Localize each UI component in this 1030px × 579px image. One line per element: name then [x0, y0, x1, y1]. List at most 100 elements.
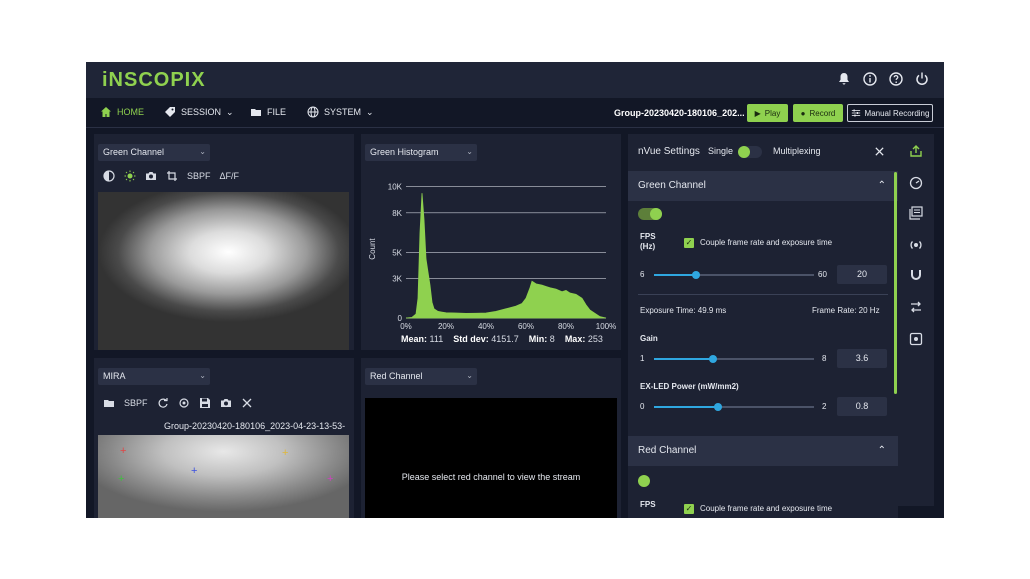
export-icon[interactable]	[909, 144, 923, 158]
folder-icon[interactable]	[103, 397, 115, 409]
chevron-down-icon: ⌄	[366, 106, 374, 117]
red-channel-select-value: Red Channel	[370, 371, 423, 381]
play-button-label: Play	[764, 108, 781, 118]
gain-slider-thumb[interactable]	[709, 355, 718, 363]
mira-sbpf-toggle[interactable]: SBPF	[124, 398, 148, 408]
fps-slider-fill	[654, 274, 696, 276]
bell-icon[interactable]	[836, 71, 852, 87]
top-icons	[836, 71, 930, 87]
y-axis-label: Count	[368, 238, 377, 260]
green-channel-toggle[interactable]	[638, 208, 662, 220]
fps-label: FPS	[640, 232, 656, 241]
frame-rate-text: Frame Rate: 20 Hz	[812, 306, 880, 315]
close-icon[interactable]	[241, 397, 253, 409]
min-label: Min:	[528, 334, 548, 344]
red-couple-label: Couple frame rate and exposure time	[700, 504, 833, 513]
nav-file-label: FILE	[267, 107, 287, 117]
info-icon[interactable]	[862, 71, 878, 87]
green-section-title: Green Channel	[638, 180, 706, 191]
record-button[interactable]: ● Record	[793, 104, 843, 122]
x-tick-label: 100%	[596, 322, 616, 331]
x-tick-label: 60%	[518, 322, 534, 331]
x-tick-label: 20%	[438, 322, 454, 331]
mode-single-label: Single	[708, 146, 734, 156]
red-channel-select[interactable]: Red Channel ⌄	[365, 368, 477, 385]
red-channel-toggle[interactable]	[638, 475, 650, 487]
fps-unit-label: (Hz)	[640, 242, 656, 251]
y-tick-label: 5K	[392, 248, 402, 257]
save-icon[interactable]	[199, 397, 211, 409]
led-min: 0	[640, 402, 645, 411]
histogram-chart: 03K5K8K10K0% 20% 40% 60% 80% 100%Count	[368, 183, 616, 331]
red-marker: +	[120, 445, 127, 457]
green-channel-image	[98, 192, 349, 350]
green-channel-select[interactable]: Green Channel ⌄	[98, 144, 210, 161]
sbpf-toggle[interactable]: SBPF	[187, 171, 211, 181]
nav-system[interactable]: SYSTEM ⌄	[307, 106, 374, 118]
crop-icon[interactable]	[166, 170, 178, 182]
green-channel-select-value: Green Channel	[103, 147, 165, 157]
manual-recording-button[interactable]: Manual Recording	[847, 104, 933, 122]
gain-slider-fill	[654, 358, 714, 360]
green-channel-section-header[interactable]: Green Channel ⌃	[628, 171, 898, 201]
layers-icon[interactable]	[909, 206, 923, 220]
nav-session[interactable]: SESSION ⌄	[164, 106, 234, 118]
contrast-icon[interactable]	[103, 170, 115, 182]
red-channel-section-header[interactable]: Red Channel ⌃	[628, 436, 898, 466]
gain-label: Gain	[640, 334, 658, 343]
histogram-stats: Mean: 111 Std dev: 4151.7 Min: 8 Max: 25…	[401, 334, 603, 344]
fps-input[interactable]: 20	[837, 265, 887, 284]
couple-checkbox[interactable]: ✓	[684, 238, 694, 248]
target-icon[interactable]	[178, 397, 190, 409]
nav-session-label: SESSION	[181, 107, 222, 117]
close-icon[interactable]	[874, 144, 885, 162]
gain-max: 8	[822, 354, 827, 363]
settings-title: nVue Settings	[638, 146, 700, 157]
nav-file[interactable]: FILE	[250, 106, 286, 118]
x-tick-label: 80%	[558, 322, 574, 331]
red-channel-panel: Red Channel ⌄ Please select red channel …	[361, 358, 621, 518]
min-value: 8	[549, 334, 555, 344]
led-power-input[interactable]: 0.8	[837, 397, 887, 416]
focus-icon[interactable]	[909, 332, 923, 346]
chevron-down-icon: ⌄	[199, 147, 206, 156]
chevron-up-icon: ⌃	[877, 180, 886, 191]
gain-input[interactable]: 3.6	[837, 349, 887, 368]
nav-home[interactable]: HOME	[100, 106, 144, 118]
swap-icon[interactable]	[909, 300, 923, 314]
fps-slider-thumb[interactable]	[691, 271, 700, 279]
power-icon[interactable]	[914, 71, 930, 87]
help-icon[interactable]	[888, 71, 904, 87]
top-bar: iNSCOPIX	[86, 62, 944, 98]
play-button[interactable]: ▶ Play	[747, 104, 788, 122]
led-power-slider[interactable]	[654, 403, 814, 411]
histogram-area	[405, 193, 607, 319]
gain-slider[interactable]	[654, 355, 814, 363]
camera-icon[interactable]	[145, 170, 157, 182]
brightness-icon[interactable]	[124, 170, 136, 182]
play-icon: ▶	[754, 108, 761, 118]
led-power-label: EX-LED Power (mW/mm2)	[640, 382, 739, 391]
mode-toggle[interactable]	[738, 146, 762, 158]
green-marker: +	[118, 473, 125, 485]
dff-toggle[interactable]: ΔF/F	[220, 171, 240, 181]
camera-icon[interactable]	[220, 397, 232, 409]
globe-icon	[307, 106, 319, 118]
broadcast-icon[interactable]	[909, 238, 923, 252]
fps-max: 60	[818, 270, 827, 279]
magnet-icon[interactable]	[909, 268, 923, 282]
led-slider-fill	[654, 406, 718, 408]
settings-scrollbar[interactable]	[894, 172, 897, 394]
histogram-select[interactable]: Green Histogram ⌄	[365, 144, 477, 161]
app-logo: iNSCOPIX	[102, 69, 206, 91]
group-name: Group-20230420-180106_202...	[614, 108, 745, 118]
rotate-icon[interactable]	[157, 397, 169, 409]
std-value: 4151.7	[491, 334, 519, 344]
folder-icon	[251, 109, 261, 116]
speedometer-icon[interactable]	[909, 176, 923, 190]
nav-system-label: SYSTEM	[324, 107, 362, 117]
led-slider-thumb[interactable]	[714, 403, 722, 411]
mira-select[interactable]: MIRA ⌄	[98, 368, 210, 385]
red-couple-checkbox[interactable]: ✓	[684, 504, 694, 514]
fps-slider[interactable]	[654, 271, 814, 279]
